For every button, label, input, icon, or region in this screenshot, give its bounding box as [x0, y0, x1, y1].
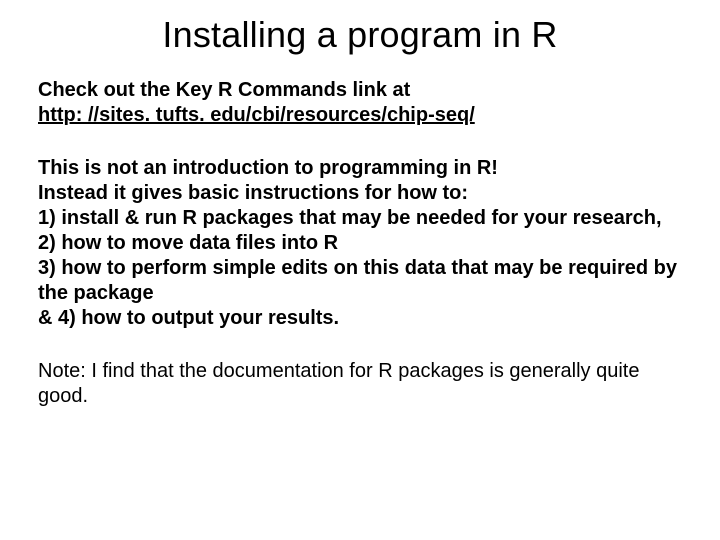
- body-item-1: 1) install & run R packages that may be …: [38, 207, 662, 229]
- body-block: This is not an introduction to programmi…: [38, 156, 682, 331]
- note-text: Note: I find that the documentation for …: [38, 359, 682, 409]
- resources-link[interactable]: http: //sites. tufts. edu/cbi/resources/…: [38, 104, 475, 126]
- intro-block: Check out the Key R Commands link at htt…: [38, 78, 682, 128]
- body-line-1: This is not an introduction to programmi…: [38, 157, 498, 179]
- intro-lead: Check out the Key R Commands link at: [38, 79, 410, 101]
- body-item-3: 3) how to perform simple edits on this d…: [38, 257, 677, 304]
- body-line-2: Instead it gives basic instructions for …: [38, 182, 468, 204]
- body-item-2: 2) how to move data files into R: [38, 232, 338, 254]
- page-title: Installing a program in R: [38, 14, 682, 56]
- body-item-4: & 4) how to output your results.: [38, 307, 339, 329]
